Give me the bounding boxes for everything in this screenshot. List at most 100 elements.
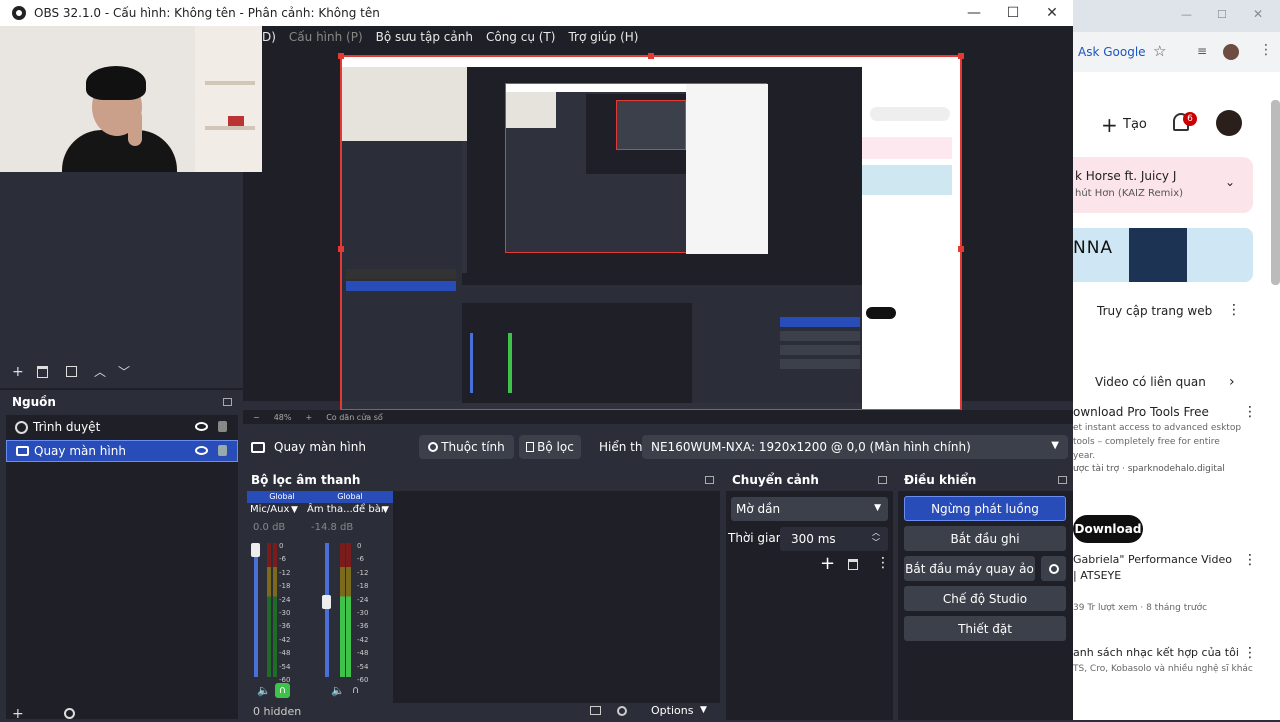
start-recording-button[interactable]: Bắt đầu ghi (904, 526, 1066, 551)
volume-fader-handle[interactable] (322, 595, 331, 609)
minimize-button[interactable]: — (954, 0, 994, 26)
gear-icon[interactable] (617, 706, 627, 716)
resize-handle[interactable] (338, 246, 344, 252)
avatar[interactable] (1223, 44, 1239, 60)
filters-button[interactable]: Bộ lọc (519, 435, 581, 459)
menu-item-help[interactable]: Trợ giúp (H) (568, 30, 638, 44)
options-button[interactable]: Options (651, 704, 693, 717)
menu-item-profile[interactable]: Cấu hình (P) (289, 30, 363, 44)
undock-icon[interactable] (223, 398, 232, 406)
scrollbar[interactable] (1271, 100, 1280, 285)
more-icon[interactable]: ⋮ (1243, 404, 1257, 420)
speaker-icon[interactable]: 🔈 (257, 684, 271, 697)
chevron-down-icon[interactable]: ▼ (291, 505, 298, 515)
headphone-icon[interactable]: ∩ (352, 685, 359, 696)
source-toolbar: Quay màn hình Thuộc tính Bộ lọc Hiển thị… (243, 430, 1073, 464)
level-meter (346, 543, 351, 677)
scale-mode[interactable]: Co dãn cửa sổ (326, 413, 383, 422)
video-title[interactable]: Gabriela" Performance Video | ATSEYE (1073, 552, 1238, 584)
eye-icon[interactable] (195, 422, 208, 431)
plus-icon[interactable]: + (1101, 113, 1118, 137)
chevron-right-icon[interactable]: › (1229, 374, 1235, 390)
channel-name[interactable]: Mic/Aux (250, 504, 289, 515)
layout-icon[interactable] (590, 706, 601, 715)
studio-mode-button[interactable]: Chế độ Studio (904, 586, 1066, 611)
settings-button[interactable]: Thiết đặt (904, 616, 1066, 641)
display-select[interactable]: NE160WUM-NXA: 1920x1200 @ 0,0 (Màn hình … (642, 435, 1068, 459)
media-icon[interactable]: ≡ (1197, 44, 1207, 58)
resize-handle[interactable] (648, 53, 654, 59)
plus-icon[interactable]: + (12, 364, 24, 380)
undock-icon[interactable] (878, 476, 887, 484)
download-button[interactable]: Download (1073, 515, 1143, 543)
virtual-camera-settings-button[interactable] (1041, 556, 1066, 581)
transition-select[interactable]: Mờ dần ▼ (731, 497, 888, 521)
menu-item-tools[interactable]: Công cụ (T) (486, 30, 555, 44)
nested-browser (862, 57, 960, 409)
sources-header: Nguồn (0, 391, 240, 413)
undock-icon[interactable] (705, 476, 714, 484)
more-icon[interactable]: ⋮ (1243, 552, 1257, 568)
more-icon[interactable]: ⋮ (876, 555, 890, 571)
channel-name[interactable]: Âm tha...để bàn (307, 504, 387, 515)
gear-icon[interactable] (64, 708, 75, 719)
ad-title[interactable]: ownload Pro Tools Free (1073, 405, 1209, 419)
start-virtual-camera-button[interactable]: Bắt đầu máy quay ảo (904, 556, 1035, 581)
spin-arrows-icon[interactable]: ︿ ﹀ (872, 528, 880, 548)
nested-audio (462, 303, 692, 403)
ad-banner[interactable]: NNA (1073, 228, 1253, 282)
trash-icon[interactable] (848, 559, 858, 570)
zoom-out-button[interactable]: − (253, 413, 260, 422)
song-title: k Horse ft. Juicy J (1075, 169, 1177, 183)
window-title: OBS 32.1.0 - Cấu hình: Không tên - Phân … (34, 6, 380, 20)
chevron-down-icon[interactable]: ▼ (382, 505, 389, 515)
maximize-button[interactable]: ☐ (993, 0, 1033, 26)
properties-button[interactable]: Thuộc tính (419, 435, 514, 459)
stop-streaming-button[interactable]: Ngừng phát luồng (904, 496, 1066, 521)
chevron-down-icon[interactable]: ⌄ (1225, 175, 1235, 189)
monitor-headphone-icon[interactable]: ∩ (275, 683, 290, 698)
transitions-title: Chuyển cảnh (732, 473, 819, 487)
account-avatar[interactable] (1216, 110, 1242, 136)
bookmark-star-icon[interactable]: ☆ (1153, 42, 1166, 60)
zoom-in-button[interactable]: + (305, 413, 312, 422)
related-videos-link[interactable]: Video có liên quan (1095, 375, 1206, 389)
menu-item-profile-partial[interactable]: D) (262, 30, 276, 44)
lock-icon[interactable] (218, 445, 227, 456)
trash-icon[interactable] (37, 366, 48, 378)
volume-fader-track[interactable] (325, 543, 329, 677)
resize-handle[interactable] (958, 246, 964, 252)
menu-item-scene-collection[interactable]: Bộ sưu tập cảnh (376, 30, 473, 44)
speaker-icon[interactable]: 🔈 (331, 684, 345, 697)
resize-handle[interactable] (338, 53, 344, 59)
add-transition-icon[interactable]: + (820, 553, 835, 574)
down-icon[interactable]: ﹀ (118, 363, 130, 380)
resize-handle[interactable] (958, 53, 964, 59)
filter-icon[interactable] (66, 366, 77, 377)
chevron-down-icon[interactable]: ▼ (700, 705, 707, 715)
eye-icon[interactable] (195, 446, 208, 455)
duration-spinbox[interactable]: 300 ms ︿ ﹀ (780, 527, 888, 551)
minimize-icon[interactable]: — (1181, 8, 1192, 21)
now-playing-card[interactable]: k Horse ft. Juicy J hút Hơn (KAIZ Remix)… (1073, 157, 1253, 213)
more-icon[interactable]: ⋮ (1227, 302, 1241, 318)
title-bar: OBS 32.1.0 - Cấu hình: Không tên - Phân … (0, 0, 1073, 26)
maximize-icon[interactable]: ☐ (1217, 8, 1227, 21)
create-button[interactable]: Tạo (1123, 117, 1147, 132)
more-icon[interactable]: ⋮ (1243, 645, 1257, 661)
notification-badge: 6 (1183, 112, 1197, 126)
volume-fader-handle[interactable] (251, 543, 260, 557)
visit-site-link[interactable]: Truy cập trang web (1097, 304, 1212, 318)
video-title[interactable]: anh sách nhạc kết hợp của tôi (1073, 646, 1239, 659)
close-icon[interactable]: ✕ (1253, 7, 1263, 21)
lock-icon[interactable] (218, 421, 227, 432)
more-icon[interactable]: ⋮ (1259, 42, 1273, 58)
ask-google-button[interactable]: Ask Google (1078, 45, 1146, 59)
source-item-browser[interactable]: Trình duyệt (6, 416, 238, 438)
undock-icon[interactable] (1058, 476, 1067, 484)
up-icon[interactable]: ︿ (94, 363, 106, 380)
source-item-screen-capture[interactable]: Quay màn hình (6, 440, 238, 462)
close-button[interactable]: ✕ (1032, 0, 1072, 26)
video-meta: TS, Cro, Kobasolo và nhiều nghệ sĩ khác (1073, 664, 1253, 674)
volume-fader-track[interactable] (254, 543, 258, 677)
